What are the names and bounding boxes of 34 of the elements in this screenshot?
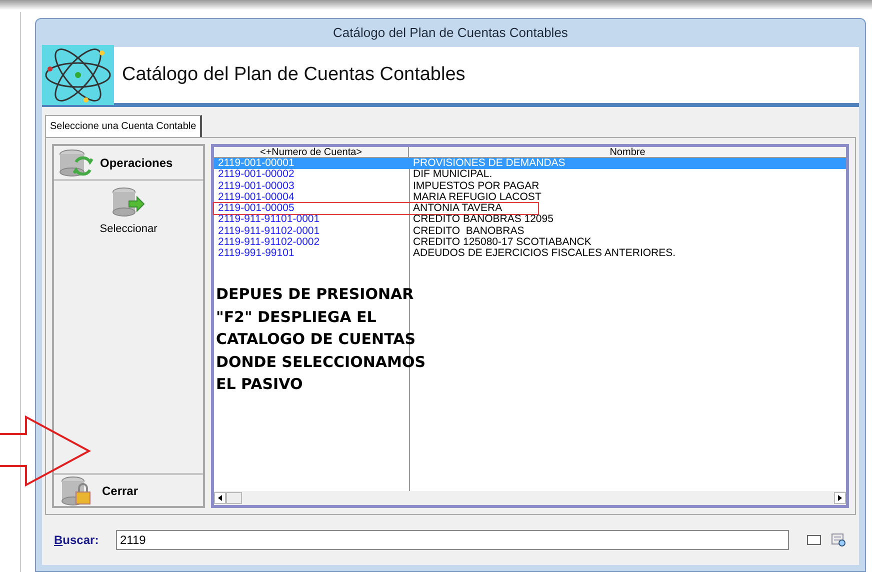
account-cell[interactable]: 2119-001-00005 [214,203,409,214]
right-arrow-icon[interactable] [838,495,842,501]
name-cell[interactable]: ADEUDOS DE EJERCICIOS FISCALES ANTERIORES. [409,248,678,260]
database-refresh-icon [58,148,94,178]
column-header[interactable]: <+Numero de Cuenta> [214,147,409,157]
name-cell[interactable]: IMPUESTOS POR PAGAR [409,180,542,192]
checkbox[interactable] [807,535,821,545]
account-cell[interactable]: 2119-001-00004 [214,192,409,204]
header-title: Catálogo del Plan de Cuentas Contables [122,62,466,87]
account-cell[interactable]: 2119-911-91102-0001 [214,226,409,238]
left-arrow-icon[interactable] [218,495,222,501]
name-cell[interactable]: CREDITO BANOBRAS [409,226,526,238]
account-cell[interactable]: 2119-001-00003 [214,180,409,192]
name-cell[interactable]: DIF MUNICIPAL. [409,169,494,181]
database-arrow-icon [111,187,146,217]
name-cell[interactable]: CREDITO BANOBRAS 12095 [409,214,556,226]
account-cell[interactable]: 2119-001-00002 [214,169,409,181]
tab[interactable]: Seleccione una Cuenta Contable [45,115,202,137]
column-header[interactable]: Nombre [409,147,846,157]
window-title: Catálogo del Plan de Cuentas Contables [332,24,569,42]
find-icon[interactable] [831,533,847,547]
annotation-text: DEPUES DE PRESIONAR "F2" DESPLIEGA EL CATALOGO DE CUENTAS DONDE SELECCIONAMOS EL PASIVO [216,284,426,395]
name-cell[interactable]: MARIA REFUGIO LACOST [409,192,544,204]
search-field[interactable]: 2119 [116,530,789,550]
name-cell[interactable]: CREDITO 125080-17 SCOTIABANCK [409,237,594,248]
close-button[interactable]: Cerrar [54,473,203,506]
atom-logo-icon [42,45,114,105]
search-label: Buscar: [54,532,100,549]
section-title: Operaciones [100,154,173,172]
account-cell[interactable]: 2119-911-91101-0001 [214,214,409,226]
name-cell[interactable]: ANTONIA TAVERA [409,203,504,214]
account-cell[interactable]: 2119-991-99101 [214,248,409,260]
account-cell[interactable]: 2119-911-91102-0002 [214,237,409,248]
select-button[interactable]: Seleccionar [100,187,158,238]
